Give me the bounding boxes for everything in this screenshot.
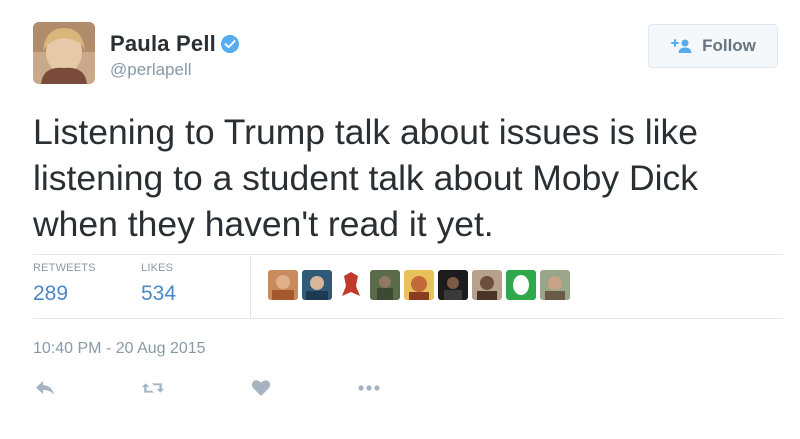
retweet-icon[interactable]	[141, 376, 165, 400]
liker-avatars	[268, 270, 574, 300]
liker-avatar[interactable]	[540, 270, 570, 300]
tweet-timestamp[interactable]: 10:40 PM - 20 Aug 2015	[33, 340, 206, 358]
add-user-icon	[670, 38, 694, 54]
stats-top-divider	[33, 254, 783, 255]
reply-icon[interactable]	[33, 376, 57, 400]
like-icon[interactable]	[249, 376, 273, 400]
retweets-label: RETWEETS	[33, 262, 96, 274]
likes-stat[interactable]: LIKES 534	[141, 262, 176, 306]
profile-avatar[interactable]	[33, 22, 95, 84]
more-icon[interactable]	[357, 376, 381, 400]
liker-avatar[interactable]	[506, 270, 536, 300]
liker-avatar[interactable]	[302, 270, 332, 300]
retweets-count: 289	[33, 282, 69, 305]
liker-avatar[interactable]	[472, 270, 502, 300]
author-name[interactable]: Paula Pell	[110, 31, 216, 57]
author-handle[interactable]: @perlapell	[110, 60, 192, 80]
follow-button[interactable]: Follow	[648, 24, 778, 68]
stats-separator	[250, 256, 251, 318]
liker-avatar[interactable]	[404, 270, 434, 300]
verified-badge-icon	[220, 34, 240, 54]
tweet-text: Listening to Trump talk about issues is …	[33, 112, 699, 244]
tweet-actions	[33, 376, 381, 400]
stats-bottom-divider	[33, 318, 783, 319]
retweets-stat[interactable]: RETWEETS 289	[33, 262, 96, 306]
follow-button-label: Follow	[702, 36, 756, 55]
likes-count: 534	[141, 282, 177, 305]
likes-label: LIKES	[141, 262, 174, 274]
liker-avatar[interactable]	[370, 270, 400, 300]
liker-avatar[interactable]	[336, 270, 366, 300]
liker-avatar[interactable]	[438, 270, 468, 300]
liker-avatar[interactable]	[268, 270, 298, 300]
